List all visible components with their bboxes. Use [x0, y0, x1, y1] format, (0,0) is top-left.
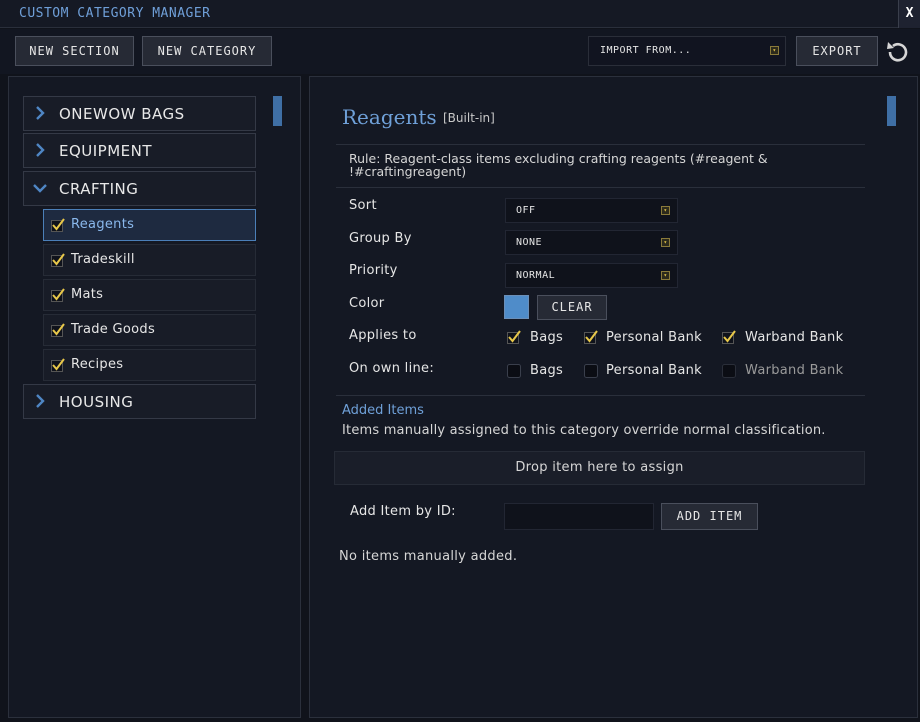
builtin-badge: [Built-in] [443, 111, 495, 125]
applies-warband-bank-label: Warband Bank [745, 330, 844, 345]
category-label: Mats [71, 287, 104, 302]
dropdown-arrow-icon: ▾ [661, 206, 670, 215]
own-line-personal-bank-label: Personal Bank [606, 363, 702, 378]
color-swatch[interactable] [504, 295, 529, 319]
checkbox-checked-icon[interactable] [722, 330, 736, 344]
refresh-icon[interactable] [884, 39, 912, 65]
checkbox-unchecked-icon[interactable] [507, 364, 521, 378]
group-by-value: NONE [516, 237, 543, 248]
import-from-value: IMPORT FROM... [600, 45, 692, 56]
new-category-button[interactable]: NEW CATEGORY [142, 36, 272, 66]
applies-personal-bank-label: Personal Bank [606, 330, 702, 345]
divider [336, 395, 865, 396]
added-items-heading: Added Items [342, 403, 424, 418]
own-line-label: On own line: [349, 361, 435, 376]
category-label: Trade Goods [71, 322, 156, 337]
section-label: ONEWOW BAGS [59, 105, 185, 123]
sidebar-scrollbar-thumb[interactable] [273, 96, 282, 126]
chevron-right-icon [36, 394, 45, 408]
checkbox-checked-icon[interactable] [51, 323, 65, 337]
checkbox-checked-icon[interactable] [584, 330, 598, 344]
dropdown-arrow-icon: ▾ [770, 46, 779, 55]
section-label: CRAFTING [59, 180, 139, 198]
priority-label: Priority [349, 263, 398, 278]
clear-color-button[interactable]: CLEAR [537, 295, 607, 320]
chevron-down-icon [33, 184, 47, 193]
added-items-description: Items manually assigned to this category… [342, 423, 826, 438]
category-item-mats[interactable]: Mats [43, 279, 256, 311]
item-id-input[interactable] [504, 503, 654, 530]
add-item-button[interactable]: ADD ITEM [661, 503, 758, 530]
applies-bags-label: Bags [530, 330, 564, 345]
rule-text: Rule: Reagent-class items excluding craf… [349, 151, 768, 179]
own-line-warband-bank-label: Warband Bank [745, 363, 844, 378]
checkbox-checked-icon[interactable] [51, 358, 65, 372]
toolbar: NEW SECTION NEW CATEGORY IMPORT FROM... … [0, 29, 920, 74]
window-title: CUSTOM CATEGORY MANAGER [19, 6, 211, 21]
category-item-recipes[interactable]: Recipes [43, 349, 256, 381]
own-line-bags-label: Bags [530, 363, 564, 378]
section-equipment[interactable]: EQUIPMENT [23, 133, 256, 168]
applies-to-label: Applies to [349, 328, 417, 343]
section-housing[interactable]: HOUSING [23, 384, 256, 419]
category-label: Tradeskill [71, 252, 135, 267]
checkbox-checked-icon[interactable] [51, 288, 65, 302]
sort-value: OFF [516, 205, 536, 216]
checkbox-checked-icon[interactable] [51, 253, 65, 267]
divider [336, 144, 865, 145]
section-label: EQUIPMENT [59, 142, 153, 160]
dropdown-arrow-icon: ▾ [661, 271, 670, 280]
category-item-reagents[interactable]: Reagents [43, 209, 256, 241]
checkbox-checked-icon[interactable] [507, 330, 521, 344]
section-label: HOUSING [59, 393, 134, 411]
priority-dropdown[interactable]: NORMAL ▾ [505, 263, 678, 288]
category-title: Reagents [342, 105, 437, 129]
sort-dropdown[interactable]: OFF ▾ [505, 198, 678, 223]
category-label: Recipes [71, 357, 124, 372]
title-bar: CUSTOM CATEGORY MANAGER X [0, 0, 920, 28]
checkbox-checked-icon[interactable] [51, 218, 65, 232]
chevron-right-icon [36, 106, 45, 120]
detail-scrollbar-thumb[interactable] [887, 96, 896, 126]
divider [336, 187, 865, 188]
sort-label: Sort [349, 198, 377, 213]
priority-value: NORMAL [516, 270, 556, 281]
section-crafting[interactable]: CRAFTING [23, 171, 256, 206]
category-item-tradeskill[interactable]: Tradeskill [43, 244, 256, 276]
section-onewow-bags[interactable]: ONEWOW BAGS [23, 96, 256, 131]
group-by-label: Group By [349, 231, 412, 246]
import-from-dropdown[interactable]: IMPORT FROM... ▾ [588, 36, 786, 66]
empty-items-message: No items manually added. [339, 549, 518, 564]
group-by-dropdown[interactable]: NONE ▾ [505, 230, 678, 255]
dropdown-arrow-icon: ▾ [661, 238, 670, 247]
close-button[interactable]: X [898, 0, 920, 28]
checkbox-disabled-icon [722, 364, 736, 378]
export-button[interactable]: EXPORT [796, 36, 878, 66]
color-label: Color [349, 296, 385, 311]
new-section-button[interactable]: NEW SECTION [15, 36, 134, 66]
item-drop-zone[interactable]: Drop item here to assign [334, 451, 865, 485]
add-by-id-label: Add Item by ID: [350, 504, 456, 519]
checkbox-unchecked-icon[interactable] [584, 364, 598, 378]
category-label: Reagents [71, 217, 135, 232]
chevron-right-icon [36, 143, 45, 157]
category-item-trade-goods[interactable]: Trade Goods [43, 314, 256, 346]
